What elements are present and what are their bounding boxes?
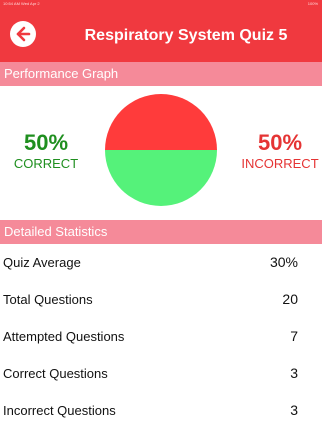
stat-row: Quiz Average 30% [0, 244, 322, 281]
correct-label: CORRECT [13, 156, 79, 171]
page-title: Respiratory System Quiz 5 [84, 27, 288, 44]
stat-value: 7 [290, 328, 298, 344]
stat-row: Incorrect Questions 3 [0, 392, 322, 429]
performance-graph-heading: Performance Graph [0, 62, 322, 86]
arrow-left-icon [16, 26, 31, 42]
performance-graph: 50% CORRECT 50% INCORRECT [0, 86, 322, 212]
stat-row: Attempted Questions 7 [0, 318, 322, 355]
statistics-list: Quiz Average 30% Total Questions 20 Attempte… [0, 244, 322, 429]
back-button[interactable] [10, 21, 36, 47]
stat-label: Attempted Questions [3, 329, 125, 344]
stat-row: Correct Questions 3 [0, 355, 322, 392]
incorrect-summary: 50% INCORRECT [240, 130, 320, 172]
stat-label: Total Questions [3, 292, 93, 307]
performance-pie-chart [105, 94, 217, 206]
pie-slice-incorrect [105, 94, 217, 150]
status-time: 10:54 AM Wed Apr 2 [3, 1, 40, 6]
stat-label: Incorrect Questions [3, 403, 116, 418]
stat-value: 3 [290, 365, 298, 381]
stat-label: Correct Questions [3, 366, 108, 381]
stat-row: Total Questions 20 [0, 281, 322, 318]
status-bar: 10:54 AM Wed Apr 2 100% [0, 0, 322, 8]
stat-value: 30% [269, 254, 298, 270]
detailed-statistics-heading: Detailed Statistics [0, 220, 322, 244]
battery-status: 100% [307, 1, 318, 6]
pie-slice-correct [105, 150, 217, 206]
incorrect-label: INCORRECT [241, 156, 319, 171]
correct-percentage: 50% [23, 130, 69, 155]
app-header: Respiratory System Quiz 5 [0, 8, 322, 62]
stat-value: 20 [282, 291, 298, 307]
stat-value: 3 [290, 402, 298, 418]
stat-label: Quiz Average [3, 255, 81, 270]
correct-summary: 50% CORRECT [6, 130, 86, 172]
incorrect-percentage: 50% [257, 130, 303, 155]
